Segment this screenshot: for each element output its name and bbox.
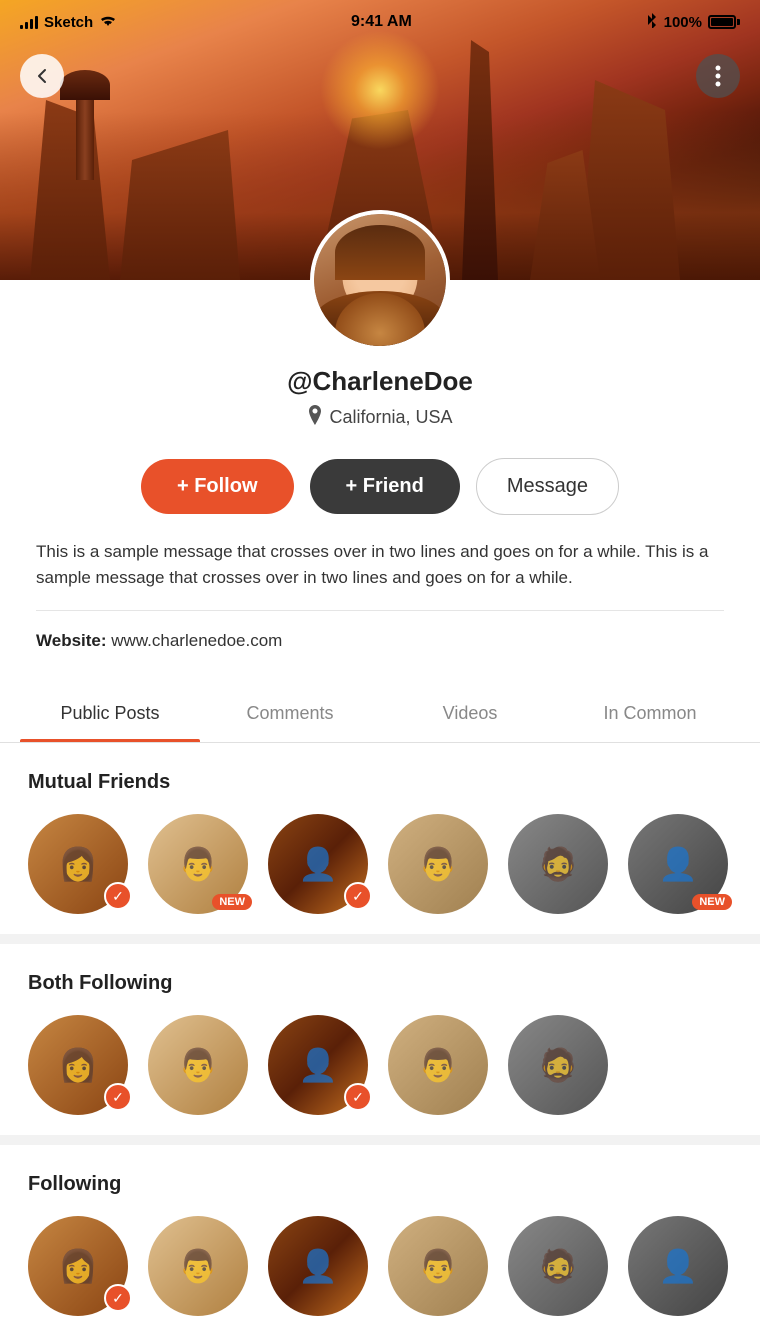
list-item[interactable]: 👨 <box>388 814 488 914</box>
status-bar: Sketch 9:41 AM 100% <box>0 0 760 44</box>
list-item[interactable]: 👩 ✓ <box>28 1015 128 1115</box>
both-following-list: 👩 ✓ 👨 👤 ✓ 👨 🧔 <box>28 1015 732 1115</box>
battery-percent: 100% <box>664 14 702 31</box>
check-badge: ✓ <box>104 882 132 910</box>
location-pin-icon <box>307 405 323 430</box>
profile-section: @CharleneDoe California, USA + Follow + … <box>0 280 760 681</box>
signal-icon <box>20 15 38 29</box>
mutual-friends-section: Mutual Friends 👩 ✓ 👨 NEW 👤 ✓ <box>0 743 760 934</box>
list-item[interactable]: 👨 <box>148 1216 248 1316</box>
bio-text: This is a sample message that crosses ov… <box>36 539 724 590</box>
time-label: 9:41 AM <box>351 13 412 31</box>
mutual-friends-list: 👩 ✓ 👨 NEW 👤 ✓ 👨 🧔 <box>28 814 732 914</box>
list-item[interactable]: 👤 NEW <box>628 814 728 914</box>
list-item[interactable]: 👩 ✓ <box>28 814 128 914</box>
following-title: Following <box>28 1173 732 1196</box>
divider <box>36 610 724 611</box>
check-badge: ✓ <box>104 1284 132 1312</box>
both-following-title: Both Following <box>28 972 732 995</box>
new-badge: NEW <box>692 894 732 910</box>
check-badge: ✓ <box>344 882 372 910</box>
website-link[interactable]: www.charlenedoe.com <box>111 631 282 650</box>
location: California, USA <box>307 405 452 430</box>
content-area: Mutual Friends 👩 ✓ 👨 NEW 👤 ✓ <box>0 743 760 1334</box>
list-item[interactable]: 🧔 <box>508 814 608 914</box>
friend-button[interactable]: + Friend <box>310 459 460 514</box>
action-buttons: + Follow + Friend Message <box>141 458 619 515</box>
battery-icon <box>708 15 740 29</box>
list-item[interactable]: 👩 ✓ <box>28 1216 128 1316</box>
tab-comments[interactable]: Comments <box>200 681 380 742</box>
tab-public-posts[interactable]: Public Posts <box>20 681 200 742</box>
check-badge: ✓ <box>344 1083 372 1111</box>
list-item[interactable]: 👤 ✓ <box>268 814 368 914</box>
bluetooth-icon <box>646 12 658 32</box>
list-item[interactable]: 🧔 <box>508 1015 608 1115</box>
both-following-section: Both Following 👩 ✓ 👨 👤 ✓ 👨 🧔 <box>0 944 760 1135</box>
tabs-container: Public Posts Comments Videos In Common <box>0 681 760 743</box>
check-badge: ✓ <box>104 1083 132 1111</box>
list-item[interactable]: 👤 <box>628 1216 728 1316</box>
username: @CharleneDoe <box>287 366 473 397</box>
list-item[interactable]: 👤 <box>268 1216 368 1316</box>
avatar <box>310 210 450 350</box>
message-button[interactable]: Message <box>476 458 619 515</box>
list-item[interactable]: 👤 ✓ <box>268 1015 368 1115</box>
list-item[interactable]: 👨 <box>148 1015 248 1115</box>
list-item[interactable]: 👨 <box>388 1015 488 1115</box>
carrier-label: Sketch <box>44 14 93 31</box>
website-label: Website: <box>36 631 107 650</box>
tab-in-common[interactable]: In Common <box>560 681 740 742</box>
following-section: Following 👩 ✓ 👨 👤 👨 🧔 <box>0 1145 760 1334</box>
list-item[interactable]: 👨 NEW <box>148 814 248 914</box>
tabs: Public Posts Comments Videos In Common <box>0 681 760 742</box>
wifi-icon <box>99 14 117 31</box>
tab-videos[interactable]: Videos <box>380 681 560 742</box>
list-item[interactable]: 🧔 <box>508 1216 608 1316</box>
back-button[interactable] <box>20 54 64 98</box>
location-text: California, USA <box>329 407 452 428</box>
mutual-friends-title: Mutual Friends <box>28 771 732 794</box>
more-button[interactable] <box>696 54 740 98</box>
website-row: Website: www.charlenedoe.com <box>0 631 760 651</box>
list-item[interactable]: 👨 <box>388 1216 488 1316</box>
following-list: 👩 ✓ 👨 👤 👨 🧔 👤 <box>28 1216 732 1316</box>
new-badge: NEW <box>212 894 252 910</box>
follow-button[interactable]: + Follow <box>141 459 294 514</box>
